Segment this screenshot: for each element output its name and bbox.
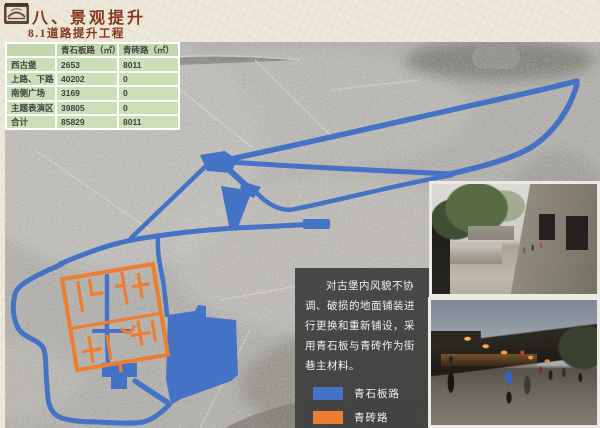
table-header-cell: 青砖路（㎡） (118, 43, 179, 57)
table-header-cell: 青石板路（㎡） (56, 43, 118, 57)
table-header-cell (6, 43, 56, 57)
photo-street-day-art (432, 184, 597, 294)
legend-item-brick-road: 青砖路 (313, 410, 420, 425)
brick-value: 8011 (118, 57, 179, 71)
map-legend: 青石板路 青砖路 (305, 386, 420, 425)
legend-item-stone-road: 青石板路 (313, 386, 420, 401)
slide-header: 八、景观提升 8.1道路提升工程 (0, 0, 600, 42)
stone-value: 3169 (56, 86, 118, 100)
table-header-row: 青石板路（㎡） 青砖路（㎡） (6, 43, 179, 57)
brick-value: 0 (118, 86, 179, 100)
stone-value: 39805 (56, 101, 118, 115)
row-label: 合计 (6, 115, 56, 129)
bridge-seal-icon (4, 3, 29, 25)
photo-street-dusk (428, 297, 600, 428)
row-label: 上路、下路 (6, 72, 56, 86)
road-area-table: 青石板路（㎡） 青砖路（㎡） 西古堡 2653 8011 上路、下路 40202… (5, 42, 180, 130)
slide: 八、景观提升 8.1道路提升工程 青石板路（㎡） 青砖路（㎡） 西古堡 2653… (0, 0, 600, 428)
brick-value: 8011 (118, 115, 179, 129)
legend-label: 青石板路 (354, 386, 400, 401)
panel-text: 对古堡内风貌不协调、破损的地面铺装进行更换和重新铺设，采用青石板与青砖作为街巷主… (305, 277, 420, 377)
brick-road-swatch (313, 411, 343, 424)
table-row: 上路、下路 40202 0 (6, 72, 179, 86)
stone-road-swatch (313, 387, 343, 400)
row-label: 主题表演区 (6, 101, 56, 115)
row-label: 西古堡 (6, 57, 56, 71)
brick-value: 0 (118, 101, 179, 115)
table-row: 合计 85829 8011 (6, 115, 179, 129)
photo-street-day (429, 181, 600, 297)
page-subtitle: 8.1道路提升工程 (28, 25, 125, 41)
photo-street-dusk-art (431, 300, 597, 425)
brick-value: 0 (118, 72, 179, 86)
stone-value: 40202 (56, 72, 118, 86)
legend-label: 青砖路 (354, 410, 389, 425)
table-row: 南侧广场 3169 0 (6, 86, 179, 100)
table-row: 主题表演区 39805 0 (6, 101, 179, 115)
row-label: 南侧广场 (6, 86, 56, 100)
table-row: 西古堡 2653 8011 (6, 57, 179, 71)
stone-value: 85829 (56, 115, 118, 129)
stone-value: 2653 (56, 57, 118, 71)
info-panel: 对古堡内风貌不协调、破损的地面铺装进行更换和重新铺设，采用青石板与青砖作为街巷主… (295, 268, 430, 428)
